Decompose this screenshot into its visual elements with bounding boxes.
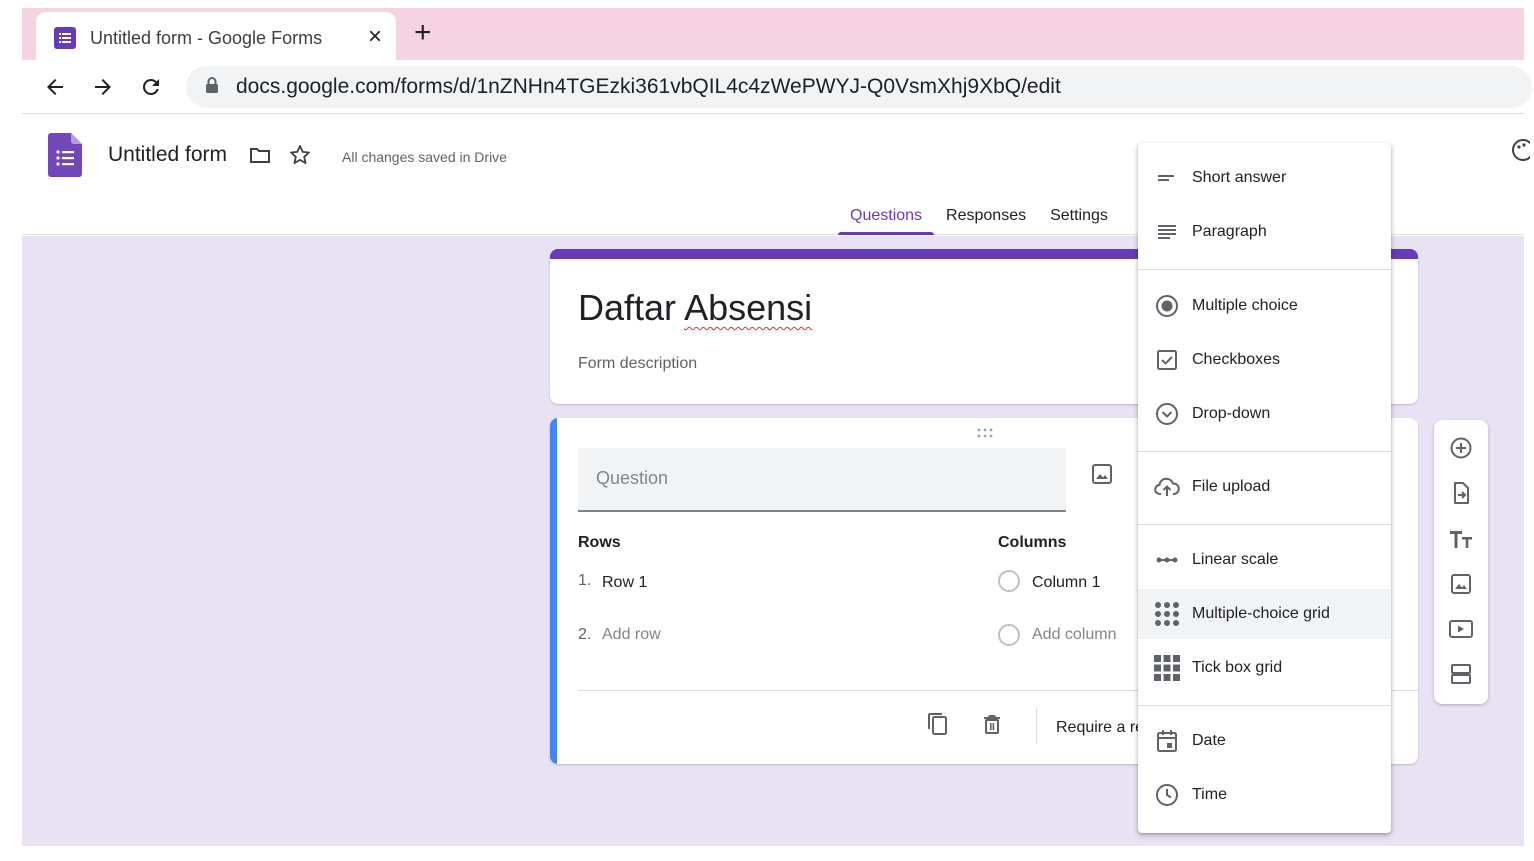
form-description-input[interactable]: Form description — [578, 355, 697, 373]
menu-item-date[interactable]: Date — [1138, 716, 1391, 766]
menu-item-time[interactable]: Time — [1138, 770, 1391, 820]
row-number: 1. — [578, 572, 592, 589]
form-title-text: Daftar Absensi — [578, 287, 813, 328]
forward-arrow-icon[interactable] — [88, 72, 118, 102]
add-video-icon[interactable] — [1447, 615, 1475, 643]
radio-icon — [1154, 293, 1180, 319]
column-option-input[interactable]: Column 1 — [1032, 574, 1100, 592]
back-arrow-icon[interactable] — [40, 72, 70, 102]
browser-toolbar: docs.google.com/forms/d/1nZNHn4TGEzki361… — [22, 60, 1532, 114]
row-option-input[interactable]: Row 1 — [602, 574, 647, 592]
palette-icon[interactable] — [1510, 137, 1534, 168]
question-type-menu: Short answer Paragraph Multiple choice C… — [1138, 143, 1391, 833]
menu-item-checkboxes[interactable]: Checkboxes — [1138, 335, 1391, 385]
form-tabs: Questions Responses Settings — [838, 203, 1120, 235]
cloud-upload-icon — [1154, 474, 1180, 500]
short-answer-icon — [1154, 165, 1180, 191]
google-forms-logo-icon[interactable] — [48, 133, 82, 177]
browser-tab[interactable]: Untitled form - Google Forms × — [36, 12, 396, 64]
add-column-button[interactable]: Add column — [1032, 626, 1117, 644]
square-grid-icon — [1154, 655, 1180, 681]
form-name-input[interactable]: Untitled form — [108, 143, 227, 167]
menu-item-paragraph[interactable]: Paragraph — [1138, 207, 1391, 257]
address-bar[interactable]: docs.google.com/forms/d/1nZNHn4TGEzki361… — [186, 66, 1532, 108]
row-number: 2. — [578, 626, 592, 643]
tab-questions[interactable]: Questions — [838, 203, 935, 235]
new-tab-icon[interactable]: + — [414, 18, 432, 48]
calendar-icon — [1154, 728, 1180, 754]
dot-grid-icon — [1154, 601, 1180, 627]
browser-tabstrip: Untitled form - Google Forms × + — [22, 8, 1524, 64]
menu-divider — [1138, 705, 1391, 706]
checkbox-icon — [1154, 347, 1180, 373]
footer-separator — [1036, 708, 1037, 744]
linear-scale-icon — [1154, 547, 1180, 573]
menu-divider — [1138, 524, 1391, 525]
add-question-icon[interactable] — [1447, 434, 1475, 462]
radio-circle-icon — [998, 570, 1020, 592]
forms-favicon-icon — [54, 27, 76, 49]
star-icon[interactable] — [288, 143, 312, 172]
duplicate-icon[interactable] — [926, 712, 950, 741]
lock-icon — [204, 76, 220, 99]
tab-close-icon[interactable]: × — [368, 24, 382, 50]
paragraph-icon — [1154, 219, 1180, 245]
dropdown-icon — [1154, 401, 1180, 427]
tab-settings[interactable]: Settings — [1038, 203, 1120, 235]
menu-divider — [1138, 451, 1391, 452]
question-input[interactable]: Question — [578, 448, 1066, 512]
menu-item-multiple-choice-grid[interactable]: Multiple-choice grid — [1138, 589, 1391, 639]
menu-divider — [1138, 269, 1391, 270]
spellcheck-word: Absensi — [684, 287, 813, 328]
tab-responses[interactable]: Responses — [934, 203, 1038, 235]
add-title-icon[interactable] — [1447, 525, 1475, 553]
required-toggle-label[interactable]: Require a re — [1056, 719, 1144, 737]
radio-circle-icon — [998, 624, 1020, 646]
add-image-icon[interactable] — [1090, 462, 1114, 491]
side-toolbar — [1434, 420, 1488, 704]
drag-handle-icon[interactable] — [976, 426, 994, 444]
url-text: docs.google.com/forms/d/1nZNHn4TGEzki361… — [236, 75, 1061, 98]
menu-item-short-answer[interactable]: Short answer — [1138, 153, 1391, 203]
folder-icon[interactable] — [248, 143, 272, 172]
clock-icon — [1154, 782, 1180, 808]
delete-icon[interactable] — [980, 712, 1004, 741]
add-image-icon[interactable] — [1447, 570, 1475, 598]
form-title[interactable]: Daftar Absensi — [578, 287, 812, 329]
menu-item-tick-box-grid[interactable]: Tick box grid — [1138, 643, 1391, 693]
menu-item-drop-down[interactable]: Drop-down — [1138, 389, 1391, 439]
tab-title: Untitled form - Google Forms — [90, 27, 323, 48]
saved-status: All changes saved in Drive — [342, 149, 507, 165]
add-row-button[interactable]: Add row — [602, 626, 661, 644]
menu-item-linear-scale[interactable]: Linear scale — [1138, 535, 1391, 585]
reload-icon[interactable] — [136, 72, 166, 102]
menu-item-multiple-choice[interactable]: Multiple choice — [1138, 281, 1391, 331]
add-section-icon[interactable] — [1447, 660, 1475, 688]
import-questions-icon[interactable] — [1447, 479, 1475, 507]
menu-item-file-upload[interactable]: File upload — [1138, 462, 1391, 512]
columns-label: Columns — [998, 534, 1067, 551]
rows-label: Rows — [578, 534, 621, 551]
